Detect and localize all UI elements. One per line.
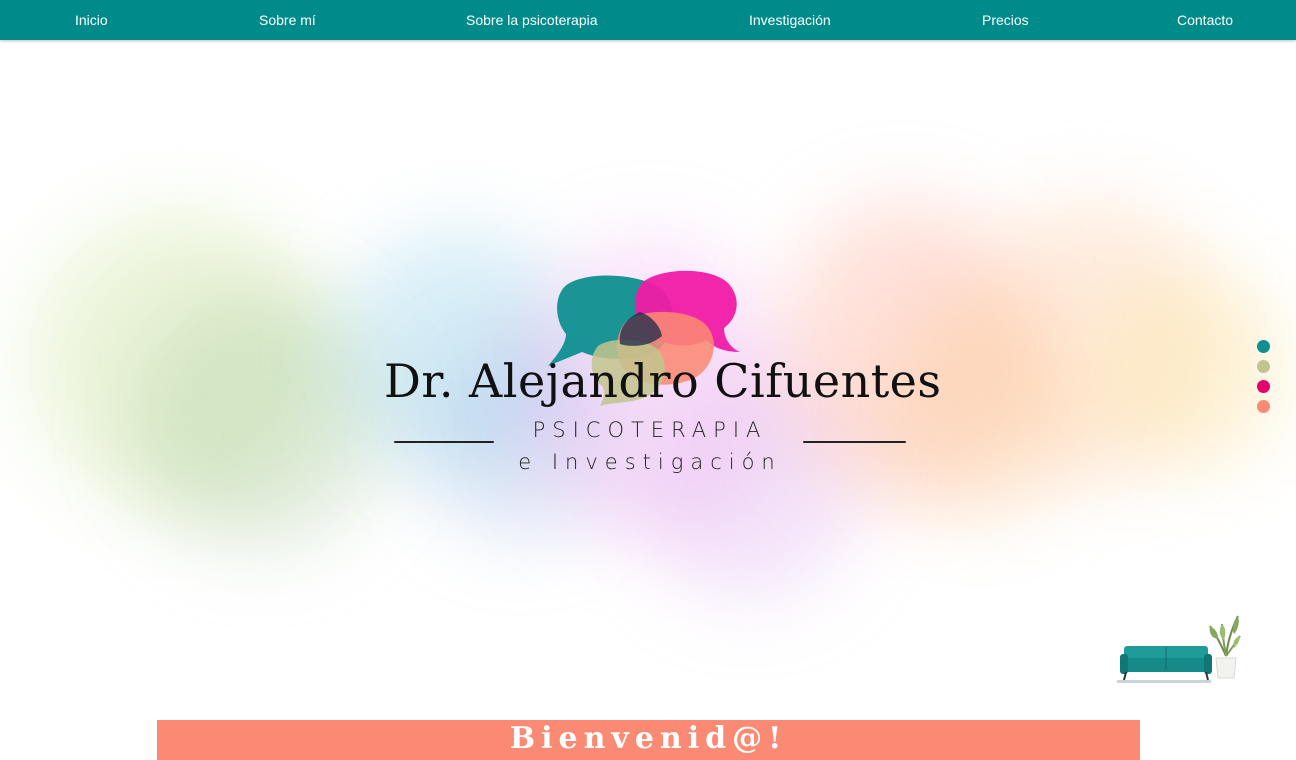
slider-dot-1[interactable]	[1257, 340, 1270, 353]
logo-name: Dr. Alejandro Cifuentes	[384, 354, 942, 408]
nav-item-sobre-la-psicoterapia[interactable]: Sobre la psicoterapia	[466, 0, 598, 40]
nav-item-investigacion[interactable]: Investigación	[749, 0, 831, 40]
slider-dot-2[interactable]	[1257, 360, 1270, 373]
nav-item-contacto[interactable]: Contacto	[1177, 0, 1233, 40]
nav-item-sobre-mi[interactable]: Sobre mí	[259, 0, 316, 40]
slider-dot-4[interactable]	[1257, 400, 1270, 413]
logo-subtitle-line1: Psicoterapia	[532, 418, 768, 442]
slider-dot-3[interactable]	[1257, 380, 1270, 393]
plant-icon	[1209, 615, 1241, 679]
top-navigation: Inicio Sobre mí Sobre la psicoterapia In…	[0, 0, 1296, 40]
sofa-and-plant-illustration	[1117, 615, 1241, 683]
nav-item-inicio[interactable]: Inicio	[75, 0, 108, 40]
logo-subtitle-line2: e Investigación	[518, 450, 782, 474]
sofa-icon	[1117, 646, 1212, 683]
nav-item-precios[interactable]: Precios	[982, 0, 1029, 40]
